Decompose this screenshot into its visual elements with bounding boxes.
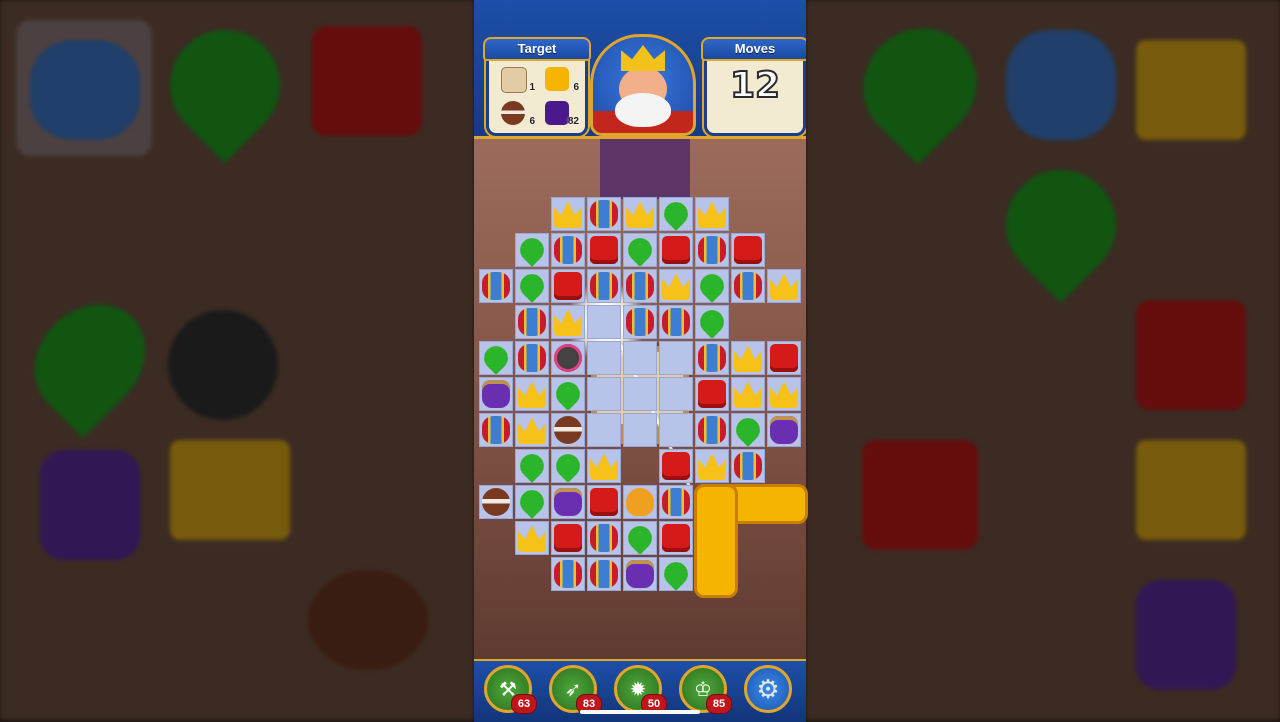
red-box-piece[interactable] <box>554 272 582 300</box>
board-cell[interactable] <box>623 341 657 375</box>
red-box-piece[interactable] <box>554 524 582 552</box>
king-avatar <box>590 34 696 136</box>
purple-tile-icon <box>545 101 569 125</box>
target-grid: 1 6 6 82 <box>495 63 579 127</box>
moves-panel: Moves 12 <box>701 37 806 136</box>
red-box-piece[interactable] <box>590 488 618 516</box>
spool-piece[interactable] <box>698 344 726 372</box>
booster-button-jester[interactable]: ♔ 85 <box>679 665 732 714</box>
board-cell[interactable] <box>587 413 621 447</box>
king-beard <box>615 93 671 127</box>
board-cell[interactable] <box>659 341 693 375</box>
bg-spool <box>1006 30 1116 140</box>
target-item: 6 <box>539 63 579 93</box>
target-count: 6 <box>573 82 579 93</box>
spool-piece[interactable] <box>518 344 546 372</box>
target-count: 1 <box>529 82 535 93</box>
spool-piece[interactable] <box>590 524 618 552</box>
honey-pot-piece[interactable] <box>626 488 654 516</box>
red-box-piece[interactable] <box>662 236 690 264</box>
honey-tile-icon <box>545 67 569 91</box>
hud-top-bar: Target 1 6 6 82 Moves 12 <box>474 0 806 139</box>
bg-box <box>1136 300 1246 410</box>
left-blurred-background <box>0 0 474 720</box>
spool-piece[interactable] <box>590 560 618 588</box>
bottle-piece[interactable] <box>626 560 654 588</box>
moves-title: Moves <box>701 37 806 61</box>
booster-count: 63 <box>511 694 537 714</box>
board-cell[interactable] <box>659 377 693 411</box>
red-box-piece[interactable] <box>734 236 762 264</box>
bg-leaf <box>983 147 1139 303</box>
spool-piece[interactable] <box>734 452 762 480</box>
spool-piece[interactable] <box>734 272 762 300</box>
crown-icon <box>621 45 665 71</box>
board-cell[interactable] <box>587 377 621 411</box>
spool-piece[interactable] <box>554 236 582 264</box>
bottle-piece[interactable] <box>770 416 798 444</box>
red-box-piece[interactable] <box>590 236 618 264</box>
spool-piece[interactable] <box>590 200 618 228</box>
board-cell[interactable] <box>623 377 657 411</box>
bg-leaf <box>840 5 1000 165</box>
bg-crown <box>1136 40 1246 140</box>
bottle-piece[interactable] <box>482 380 510 408</box>
bg-spool <box>30 40 140 140</box>
honey-jam-stem <box>694 484 738 598</box>
bg-bomb <box>168 310 278 420</box>
spool-piece[interactable] <box>482 416 510 444</box>
board-cell[interactable] <box>587 305 621 339</box>
pot-piece[interactable] <box>482 488 510 516</box>
spool-piece[interactable] <box>554 560 582 588</box>
booster-button-hammer[interactable]: ⚒ 63 <box>484 665 537 714</box>
bg-box <box>862 440 978 550</box>
bg-crown <box>170 440 290 540</box>
bg-box <box>312 26 422 136</box>
red-box-piece[interactable] <box>662 524 690 552</box>
target-item: 6 <box>495 97 535 127</box>
booster-button-arrow[interactable]: ➶ 83 <box>549 665 602 714</box>
gear-icon: ⚙ <box>756 673 780 704</box>
target-title: Target <box>483 37 591 61</box>
settings-button[interactable]: ⚙ <box>744 665 792 713</box>
bg-pot <box>308 570 428 670</box>
spool-piece[interactable] <box>662 488 690 516</box>
bg-leaf <box>12 282 168 438</box>
bg-leaf <box>147 7 303 163</box>
home-indicator <box>580 710 700 714</box>
spool-piece[interactable] <box>698 416 726 444</box>
booster-count: 85 <box>706 694 732 714</box>
spool-piece[interactable] <box>518 308 546 336</box>
red-box-piece[interactable] <box>698 380 726 408</box>
target-item: 82 <box>539 97 579 127</box>
target-item: 1 <box>495 63 535 93</box>
bg-bottle <box>1136 580 1236 690</box>
board-cell[interactable] <box>623 413 657 447</box>
target-count: 82 <box>567 116 579 127</box>
bg-bottle <box>40 450 140 560</box>
board-cell[interactable] <box>587 341 621 375</box>
target-count: 6 <box>529 116 535 127</box>
spool-piece[interactable] <box>590 272 618 300</box>
board-cell[interactable] <box>659 413 693 447</box>
moves-counter: 12 <box>729 64 781 107</box>
clay-pot-icon <box>501 101 525 125</box>
target-panel: Target 1 6 6 82 <box>483 37 591 136</box>
spool-piece[interactable] <box>698 236 726 264</box>
bottle-piece[interactable] <box>554 488 582 516</box>
curtain <box>600 139 690 199</box>
spool-piece[interactable] <box>626 308 654 336</box>
map-scroll-icon <box>501 67 527 93</box>
spool-piece[interactable] <box>626 272 654 300</box>
red-box-piece[interactable] <box>662 452 690 480</box>
pot-piece[interactable] <box>554 416 582 444</box>
spool-piece[interactable] <box>482 272 510 300</box>
spool-piece[interactable] <box>662 308 690 336</box>
red-box-piece[interactable] <box>770 344 798 372</box>
color-bomb-piece[interactable] <box>554 344 582 372</box>
bg-crown <box>1136 440 1246 540</box>
right-blurred-background <box>806 0 1280 720</box>
booster-button-cannon[interactable]: ✹ 50 <box>614 665 667 714</box>
